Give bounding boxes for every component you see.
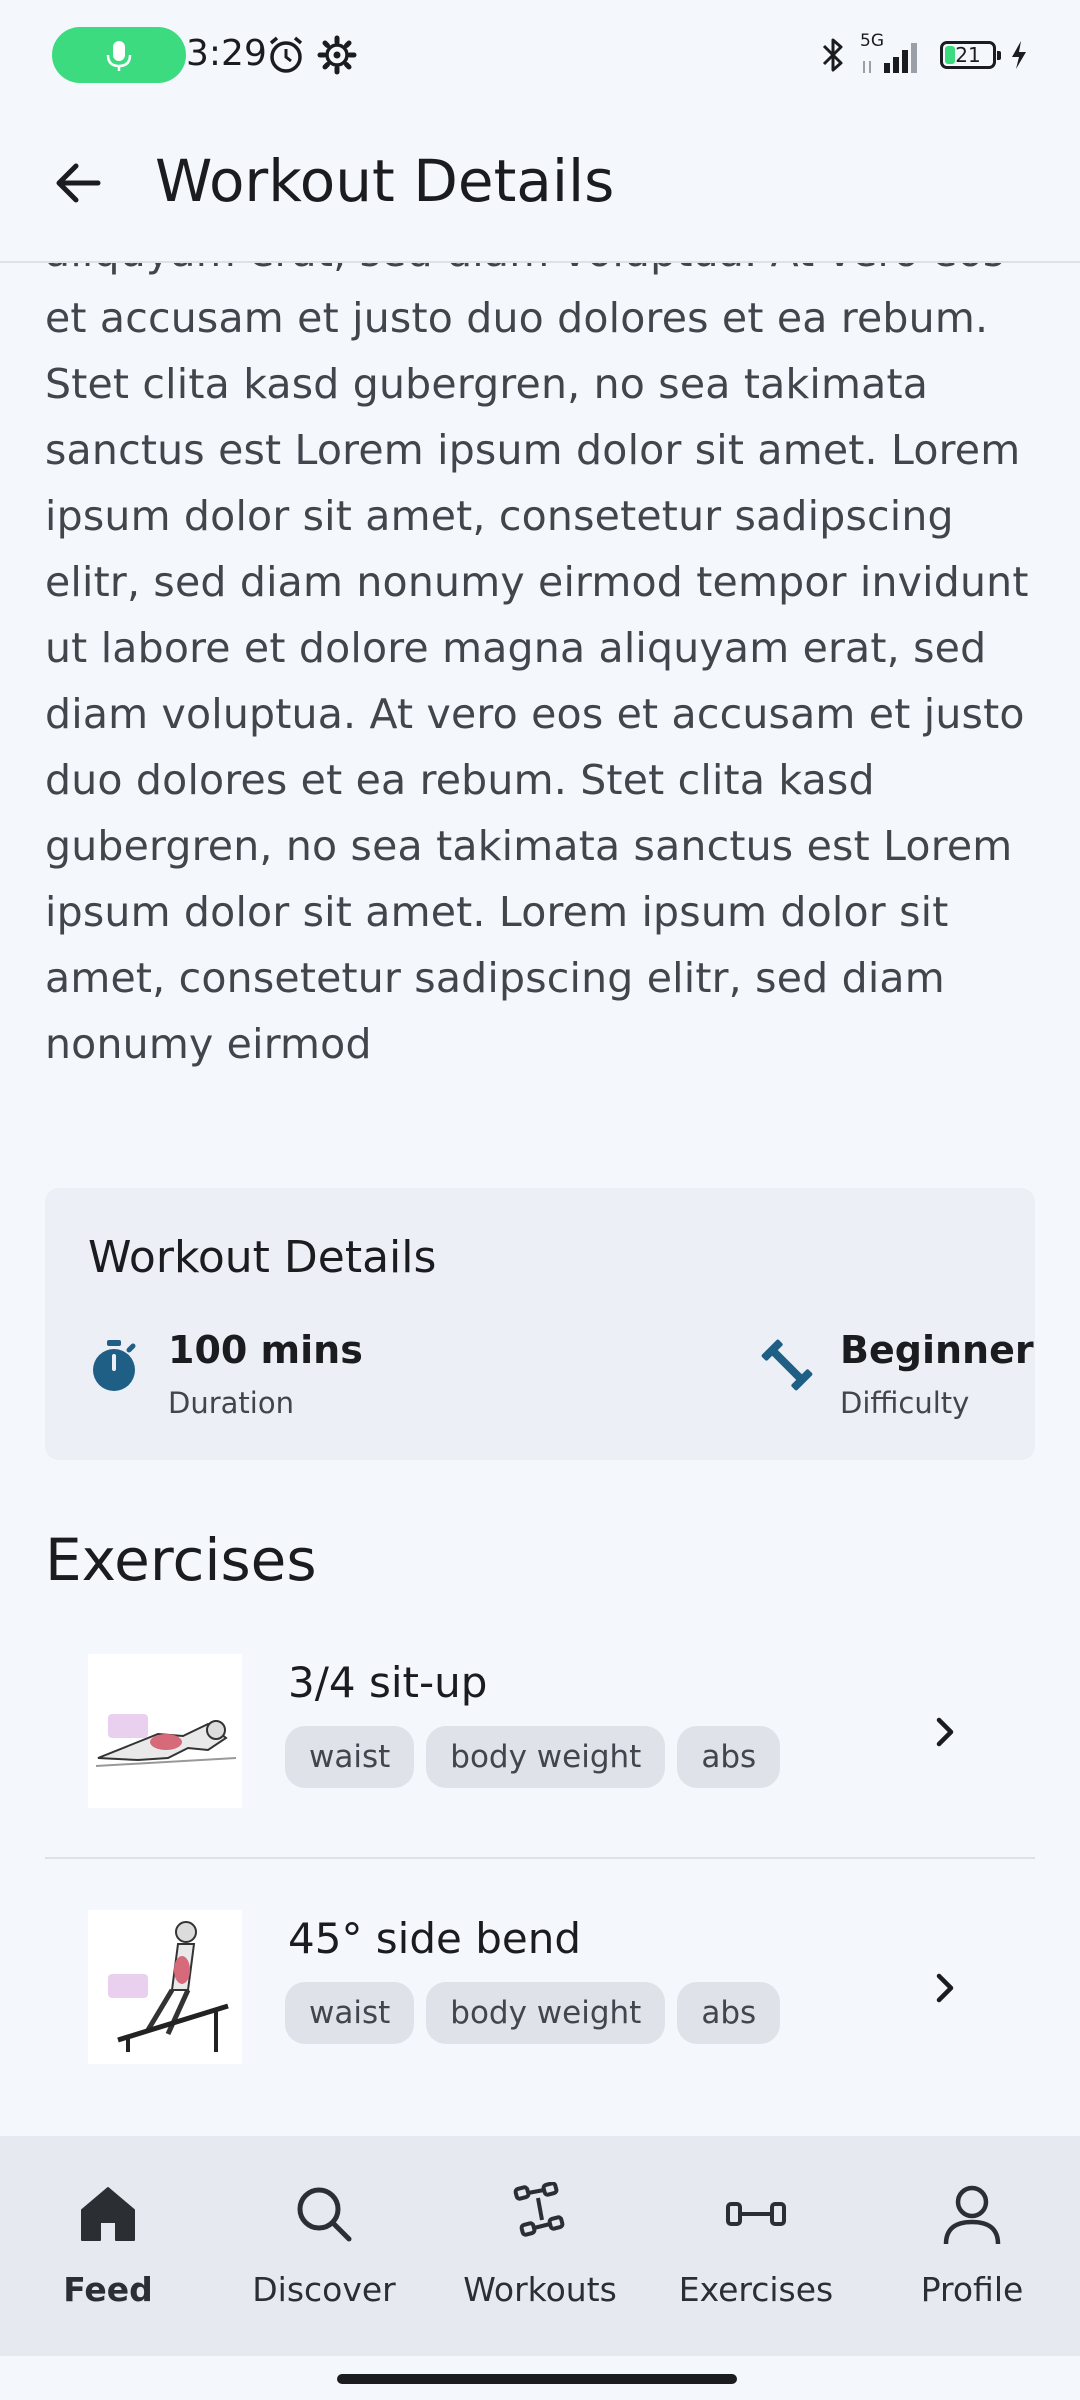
mic-active-indicator[interactable]	[52, 27, 186, 83]
exercise-name: 45° side bend	[288, 1914, 581, 1963]
back-button[interactable]	[40, 145, 116, 221]
barbell-icon	[720, 2178, 792, 2250]
stopwatch-icon	[93, 1340, 136, 1391]
difficulty-label: Difficulty	[840, 1386, 970, 1420]
chevron-right-icon	[915, 1958, 975, 2018]
bluetooth-icon	[822, 38, 843, 72]
nav-label: Discover	[252, 2270, 396, 2309]
duration-stat: 100 mins Duration	[90, 1328, 363, 1420]
difficulty-value: Beginner	[840, 1328, 1034, 1372]
nav-label: Profile	[920, 2270, 1024, 2309]
charging-bolt-icon	[1012, 41, 1026, 69]
exercise-name: 3/4 sit-up	[288, 1658, 488, 1707]
nav-item-exercises[interactable]: Exercises	[648, 2136, 864, 2356]
difficulty-stat: Beginner Difficulty	[760, 1328, 1034, 1420]
exercise-list-item[interactable]: 45° side bend waist body weight abs	[45, 1910, 1035, 2110]
person-icon	[936, 2178, 1008, 2250]
exercise-list-item[interactable]: 3/4 sit-up waist body weight abs	[45, 1654, 1035, 1854]
signal-bars-icon	[863, 43, 917, 73]
nav-item-profile[interactable]: Profile	[864, 2136, 1080, 2356]
scroll-content[interactable]: aliquyam erat, sed diam voluptua. At ver…	[0, 263, 1080, 2135]
alarm-icon	[269, 36, 303, 73]
dumbbells-icon	[504, 2178, 576, 2250]
exercise-thumbnail	[88, 1910, 242, 2064]
side-bend-illustration-image	[108, 1921, 229, 2052]
bottom-navigation-bar: Feed Discover Workouts Exercises Profile	[0, 2136, 1080, 2356]
battery-level: 21	[955, 43, 981, 67]
duration-value: 100 mins	[168, 1328, 363, 1372]
search-icon	[288, 2178, 360, 2250]
microphone-icon	[106, 41, 132, 71]
tag-chip: abs	[677, 1726, 781, 1788]
dumbbell-icon	[761, 1339, 813, 1391]
nav-item-feed[interactable]: Feed	[0, 2136, 216, 2356]
signal-strength: 5G	[860, 31, 926, 75]
tag-chip: waist	[285, 1982, 415, 2044]
exercise-tags: waist body weight abs	[285, 1726, 781, 1788]
nav-label: Exercises	[678, 2270, 834, 2309]
duration-label: Duration	[168, 1386, 294, 1420]
arrow-back-icon	[56, 163, 101, 203]
home-gesture-bar[interactable]	[337, 2374, 737, 2384]
nav-item-discover[interactable]: Discover	[216, 2136, 432, 2356]
status-time: 3:29	[186, 33, 267, 74]
home-icon	[72, 2178, 144, 2250]
nav-label: Workouts	[463, 2270, 617, 2309]
exercise-thumbnail	[88, 1654, 242, 1808]
card-title: Workout Details	[88, 1232, 437, 1283]
workout-description: aliquyam erat, sed diam voluptua. At ver…	[45, 263, 1029, 1068]
battery-indicator: 21	[940, 41, 1001, 69]
nav-item-workouts[interactable]: Workouts	[432, 2136, 648, 2356]
settings-gear-icon	[317, 35, 357, 75]
tag-chip: body weight	[426, 1726, 666, 1788]
list-divider	[45, 1857, 1035, 1859]
status-bar: 3:29 5G 21	[0, 0, 1080, 110]
tag-chip: waist	[285, 1726, 415, 1788]
exercises-section-title: Exercises	[45, 1526, 317, 1594]
tag-chip: body weight	[426, 1982, 666, 2044]
page-title: Workout Details	[155, 147, 615, 215]
nav-label: Feed	[63, 2270, 153, 2309]
tag-chip: abs	[677, 1982, 781, 2044]
top-app-bar: Workout Details	[0, 110, 1080, 263]
chevron-right-icon	[915, 1702, 975, 1762]
workout-details-card: Workout Details 100 mins Duration Beginn…	[45, 1188, 1035, 1460]
exercise-tags: waist body weight abs	[285, 1982, 781, 2044]
situp-illustration-image	[95, 1714, 237, 1767]
